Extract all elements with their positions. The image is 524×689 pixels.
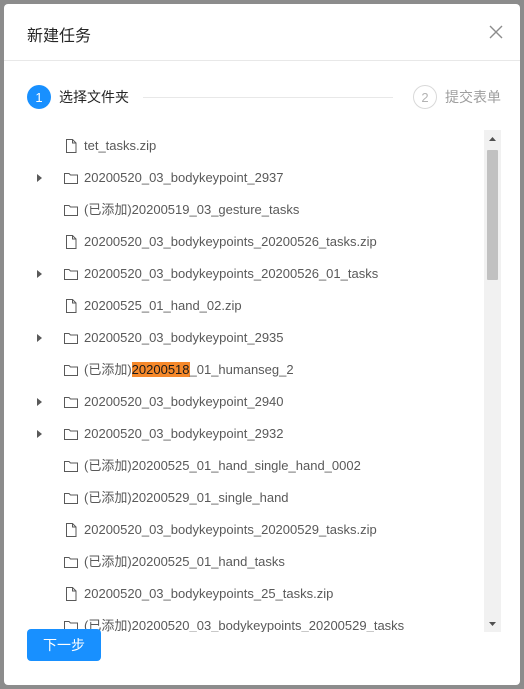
tree-node-title[interactable]: 20200520_03_bodykeypoint_2932 xyxy=(84,426,284,442)
tree-node[interactable]: 20200520_03_bodykeypoint_2940 xyxy=(27,386,484,418)
tree-node-title[interactable]: tet_tasks.zip xyxy=(84,138,156,154)
title-prefix: (已添加) xyxy=(84,362,132,377)
file-icon xyxy=(66,523,77,537)
step-number-badge: 1 xyxy=(27,85,51,109)
tree-node[interactable]: (已添加)20200525_01_hand_tasks xyxy=(27,546,484,578)
tree-node-title[interactable]: (已添加)20200529_01_single_hand xyxy=(84,490,289,506)
scrollbar-thumb[interactable] xyxy=(487,150,498,280)
tree-node[interactable]: 20200525_01_hand_02.zip xyxy=(27,290,484,322)
scrollbar[interactable] xyxy=(484,130,501,632)
tree-node-title[interactable]: 20200520_03_bodykeypoints_20200526_01_ta… xyxy=(84,266,378,282)
folder-icon xyxy=(64,429,78,440)
tree-node-title[interactable]: (已添加)20200519_03_gesture_tasks xyxy=(84,202,299,218)
tree-node[interactable]: (已添加)20200525_01_hand_single_hand_0002 xyxy=(27,450,484,482)
tree-node[interactable]: 20200520_03_bodykeypoints_25_tasks.zip xyxy=(27,578,484,610)
tree-node-title[interactable]: 20200520_03_bodykeypoints_20200529_tasks… xyxy=(84,522,377,538)
scroll-down-arrow-icon[interactable] xyxy=(484,615,501,632)
new-task-modal: 新建任务 1 选择文件夹 2 提交表单 tet_tasks.zip 2020052… xyxy=(4,4,520,685)
next-step-button[interactable]: 下一步 xyxy=(27,629,101,661)
folder-icon xyxy=(64,365,78,376)
title-suffix: _01_humanseg_2 xyxy=(189,362,294,377)
scroll-up-arrow-icon[interactable] xyxy=(484,130,501,147)
tree-node[interactable]: (已添加)20200529_01_single_hand xyxy=(27,482,484,514)
caret-right-icon[interactable] xyxy=(36,430,44,438)
step-label: 选择文件夹 xyxy=(59,90,129,106)
tree-node[interactable]: (已添加)20200518_01_humanseg_2 xyxy=(27,354,484,386)
tree-node-title[interactable]: 20200520_03_bodykeypoint_2935 xyxy=(84,330,284,346)
modal-header: 新建任务 xyxy=(4,4,520,61)
tree-node[interactable]: 20200520_03_bodykeypoints_20200526_01_ta… xyxy=(27,258,484,290)
folder-icon xyxy=(64,397,78,408)
tree-node-title[interactable]: 20200520_03_bodykeypoints_25_tasks.zip xyxy=(84,586,333,602)
tree-node-title[interactable]: (已添加)20200525_01_hand_single_hand_0002 xyxy=(84,458,361,474)
close-button[interactable] xyxy=(488,24,504,40)
tree-node-title[interactable]: (已添加)20200525_01_hand_tasks xyxy=(84,554,285,570)
folder-icon xyxy=(64,269,78,280)
step-select-folder: 1 选择文件夹 xyxy=(27,85,129,109)
file-icon xyxy=(66,235,77,249)
folder-icon xyxy=(64,493,78,504)
folder-tree: tet_tasks.zip 20200520_03_bodykeypoint_29… xyxy=(27,130,484,632)
step-label: 提交表单 xyxy=(445,90,501,106)
tree-node[interactable]: 20200520_03_bodykeypoint_2935 xyxy=(27,322,484,354)
caret-right-icon[interactable] xyxy=(36,270,44,278)
file-icon xyxy=(66,139,77,153)
tree-node-title[interactable]: 20200520_03_bodykeypoints_20200526_tasks… xyxy=(84,234,377,250)
tree-node[interactable]: 20200520_03_bodykeypoints_20200526_tasks… xyxy=(27,226,484,258)
caret-right-icon[interactable] xyxy=(36,398,44,406)
tree-node-title[interactable]: 20200520_03_bodykeypoint_2937 xyxy=(84,170,284,186)
caret-right-icon[interactable] xyxy=(36,174,44,182)
folder-icon xyxy=(64,173,78,184)
search-highlight: 20200518 xyxy=(131,362,190,377)
step-connector-line xyxy=(143,97,393,98)
caret-right-icon[interactable] xyxy=(36,334,44,342)
folder-icon xyxy=(64,557,78,568)
tree-node-title[interactable]: 20200525_01_hand_02.zip xyxy=(84,298,242,314)
steps: 1 选择文件夹 2 提交表单 xyxy=(27,85,501,109)
step-submit-form: 2 提交表单 xyxy=(413,85,501,109)
folder-icon xyxy=(64,461,78,472)
folder-tree-panel: tet_tasks.zip 20200520_03_bodykeypoint_29… xyxy=(27,130,501,632)
folder-icon xyxy=(64,205,78,216)
tree-node[interactable]: tet_tasks.zip xyxy=(27,130,484,162)
tree-node-title[interactable]: (已添加)20200518_01_humanseg_2 xyxy=(84,362,294,378)
step-number-badge: 2 xyxy=(413,85,437,109)
tree-node[interactable]: 20200520_03_bodykeypoint_2932 xyxy=(27,418,484,450)
modal-title: 新建任务 xyxy=(27,26,92,45)
tree-node-title[interactable]: 20200520_03_bodykeypoint_2940 xyxy=(84,394,284,410)
file-icon xyxy=(66,587,77,601)
tree-node-title[interactable]: (已添加)20200520_03_bodykeypoints_20200529_… xyxy=(84,618,404,632)
close-icon xyxy=(489,25,503,39)
file-icon xyxy=(66,299,77,313)
tree-node[interactable]: 20200520_03_bodykeypoint_2937 xyxy=(27,162,484,194)
folder-icon xyxy=(64,333,78,344)
tree-node[interactable]: 20200520_03_bodykeypoints_20200529_tasks… xyxy=(27,514,484,546)
tree-node[interactable]: (已添加)20200519_03_gesture_tasks xyxy=(27,194,484,226)
